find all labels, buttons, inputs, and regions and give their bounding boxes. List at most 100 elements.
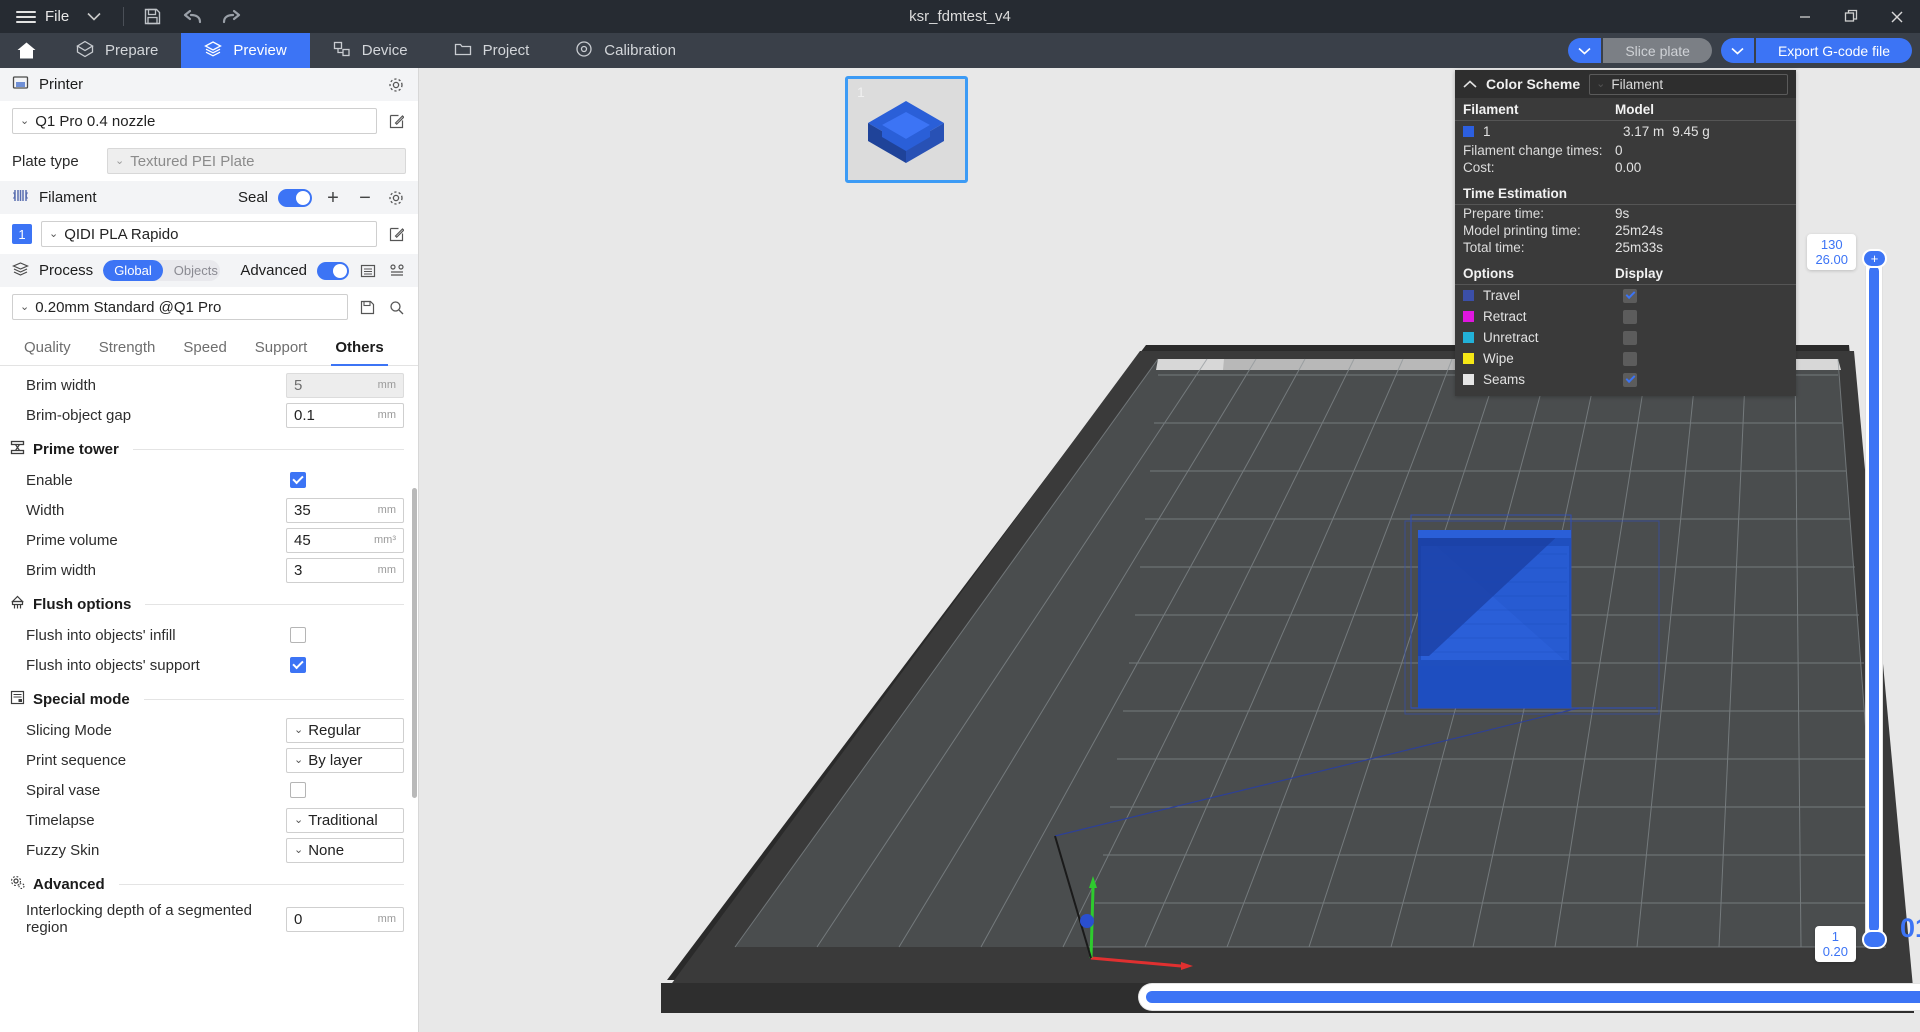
plate-thumbnail[interactable]: 1 [845,76,968,183]
tab-strength[interactable]: Strength [85,331,170,365]
prime-volume-input[interactable]: 45 mm³ [286,528,404,553]
slice-plate-dropdown-icon[interactable] [1568,38,1601,63]
seams-display-checkbox[interactable] [1623,373,1637,387]
filament-section-header: Filament Seal + − [0,181,418,214]
nav-item-project[interactable]: Project [431,33,553,68]
window-title: ksr_fdmtest_v4 [0,8,1920,25]
move-range-slider[interactable]: 82 [1139,984,1920,1010]
unretract-display-checkbox[interactable] [1623,331,1637,345]
save-icon[interactable] [132,0,172,33]
chevron-down-icon[interactable] [81,9,115,24]
printer-settings-gear-icon[interactable] [386,75,406,95]
filament-preset-select[interactable]: ⌄ QIDI PLA Rapido [41,221,377,247]
prime-tower-enable-checkbox[interactable] [290,472,306,488]
nav-item-device[interactable]: Device [310,33,431,68]
scope-objects-pill[interactable]: Objects [163,260,221,281]
advanced-toggle[interactable] [317,262,349,280]
search-preset-icon[interactable] [386,297,406,317]
color-scheme-select[interactable]: ⌄ Filament [1589,74,1788,95]
nav-item-preview[interactable]: Preview [181,33,309,68]
seams-color-swatch [1463,374,1474,385]
filament-preset-value: QIDI PLA Rapido [64,226,178,243]
settings-sidebar: Printer ⌄ Q1 Pro 0.4 nozzle Plate type ⌄… [0,68,419,1032]
brim-object-gap-input[interactable]: 0.1 mm [286,403,404,428]
fuzzy-skin-select[interactable]: ⌄ None [286,838,404,863]
chevron-up-icon[interactable] [1463,77,1477,92]
retract-display-checkbox[interactable] [1623,310,1637,324]
file-menu-button[interactable]: File [0,0,81,33]
tab-quality[interactable]: Quality [10,331,85,365]
flush-into-infill-checkbox[interactable] [290,627,306,643]
remove-filament-button[interactable]: − [354,188,376,208]
spiral-vase-checkbox[interactable] [290,782,306,798]
layers-icon [204,40,222,62]
redo-icon[interactable] [212,0,252,33]
save-preset-icon[interactable] [357,297,377,317]
list-view-icon[interactable] [359,261,378,281]
filament-index-badge[interactable]: 1 [12,224,32,244]
process-preset-select[interactable]: ⌄ 0.20mm Standard @Q1 Pro [12,294,348,320]
filament-row: 1 3.17 m 9.45 g [1455,121,1796,142]
filament-spool-icon [12,188,29,207]
prime-tower-brim-width-input[interactable]: 3 mm [286,558,404,583]
filament-edit-icon[interactable] [386,224,406,244]
prime-tower-width-input[interactable]: 35 mm [286,498,404,523]
slice-plate-button[interactable]: Slice plate [1603,38,1712,63]
tab-speed[interactable]: Speed [169,331,240,365]
setting-row-flush-support: Flush into objects' support [0,650,418,680]
filament-table-header: Filament Model [1455,98,1796,121]
filament-settings-gear-icon[interactable] [386,188,406,208]
sidebar-scrollbar[interactable] [412,488,417,798]
brim-width-input[interactable]: 5 mm [286,373,404,398]
minimize-button[interactable] [1782,0,1828,33]
nav-item-calibration[interactable]: Calibration [552,33,699,68]
interlocking-depth-input[interactable]: 0 mm [286,907,404,932]
print-sequence-select[interactable]: ⌄ By layer [286,748,404,773]
process-section-header: Process Global Objects Advanced [0,254,418,287]
add-filament-button[interactable]: + [322,188,344,208]
setting-row-timelapse: Timelapse ⌄ Traditional [0,805,418,835]
slider-bottom-handle[interactable] [1862,930,1887,949]
cost-row: Cost: 0.00 [1455,159,1796,176]
option-label: Travel [1483,288,1520,303]
plate-type-select[interactable]: ⌄ Textured PEI Plate [107,148,406,174]
travel-color-swatch [1463,290,1474,301]
nav-item-prepare[interactable]: Prepare [53,33,181,68]
option-row-seams: Seams [1455,369,1796,390]
tab-support[interactable]: Support [241,331,322,365]
unretract-color-swatch [1463,332,1474,343]
travel-display-checkbox[interactable] [1623,289,1637,303]
filament-weight: 9.45 g [1672,124,1710,139]
timelapse-select[interactable]: ⌄ Traditional [286,808,404,833]
layer-range-slider[interactable]: + 130 26.00 1 0.20 [1862,258,1886,940]
slice-plate-split-button: Slice plate [1568,38,1712,63]
field-value: 0.1 [294,407,378,424]
process-preset-value: 0.20mm Standard @Q1 Pro [35,299,221,316]
chevron-down-icon: ⌄ [294,755,303,766]
undo-icon[interactable] [172,0,212,33]
tab-others[interactable]: Others [321,331,397,365]
scope-global-pill[interactable]: Global [103,260,163,281]
restore-button[interactable] [1828,0,1874,33]
wipe-display-checkbox[interactable] [1623,352,1637,366]
slider-top-handle[interactable]: + [1862,249,1887,268]
filament-length: 3.17 m [1623,124,1664,139]
color-scheme-title: Color Scheme [1486,76,1580,92]
export-dropdown-icon[interactable] [1721,38,1754,63]
slicing-mode-select[interactable]: ⌄ Regular [286,718,404,743]
flush-into-support-checkbox[interactable] [290,657,306,673]
bottom-layer-height: 0.20 [1823,944,1848,959]
seal-toggle[interactable] [278,189,312,207]
group-header-special-mode: Special mode [0,680,418,715]
advanced-label: Advanced [240,262,307,279]
close-button[interactable] [1874,0,1920,33]
home-button[interactable] [0,33,53,68]
compare-presets-icon[interactable] [387,261,406,281]
field-value: 3 [294,562,378,579]
filament-preset-row: 1 ⌄ QIDI PLA Rapido [0,214,418,254]
filament-change-times-label: Filament change times: [1463,143,1615,158]
export-gcode-button[interactable]: Export G-code file [1756,38,1912,63]
group-title: Special mode [33,691,130,708]
printer-edit-icon[interactable] [386,111,406,131]
printer-preset-select[interactable]: ⌄ Q1 Pro 0.4 nozzle [12,108,377,134]
